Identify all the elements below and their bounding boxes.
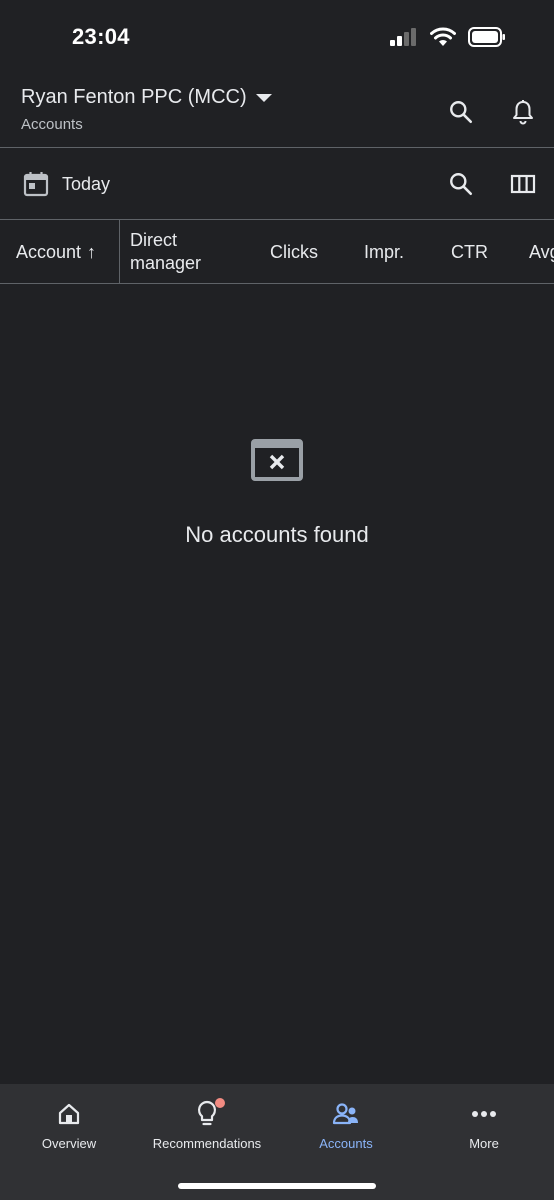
date-range-bar: Today xyxy=(0,148,554,220)
app-screen: 23:04 Ryan Fenton PPC (MCC) Accounts Tod… xyxy=(0,0,554,1200)
header-subtitle: Accounts xyxy=(21,116,83,133)
date-range-selector[interactable] xyxy=(22,170,50,203)
notification-dot xyxy=(215,1098,225,1108)
accounts-icon xyxy=(332,1100,360,1128)
sort-ascending-icon: ↑ xyxy=(87,241,97,262)
bell-icon xyxy=(513,100,533,125)
empty-state-message: No accounts found xyxy=(185,522,369,547)
more-icon xyxy=(471,1100,497,1128)
search-icon xyxy=(450,173,473,196)
status-time: 23:04 xyxy=(72,24,130,49)
column-header-impressions[interactable]: Impr. xyxy=(364,220,404,283)
column-header-direct-manager[interactable]: Direct manager xyxy=(130,220,240,283)
date-range-label[interactable]: Today xyxy=(62,174,110,195)
account-switcher[interactable]: Ryan Fenton PPC (MCC) xyxy=(21,86,273,109)
column-header-clicks[interactable]: Clicks xyxy=(270,220,318,283)
notifications-button[interactable] xyxy=(505,94,541,130)
nav-item-more[interactable]: More xyxy=(415,1100,553,1151)
columns-button[interactable] xyxy=(505,166,541,202)
status-icons xyxy=(390,27,506,47)
nav-item-recommendations[interactable]: Recommendations xyxy=(138,1098,276,1151)
dropdown-arrow-icon xyxy=(255,93,272,102)
nav-item-accounts[interactable]: Accounts xyxy=(277,1100,415,1151)
battery-icon xyxy=(468,27,505,47)
header-search-button[interactable] xyxy=(443,94,479,130)
nav-item-overview[interactable]: Overview xyxy=(0,1100,138,1151)
status-bar: 23:04 xyxy=(0,0,554,76)
home-indicator[interactable] xyxy=(178,1183,376,1189)
column-header-avg[interactable]: Avg xyxy=(529,220,554,283)
search-icon xyxy=(450,101,473,124)
no-results-icon xyxy=(251,439,303,486)
home-icon xyxy=(57,1100,81,1128)
calendar-icon xyxy=(23,172,49,197)
cellular-signal-icon xyxy=(390,28,416,46)
nav-label: Recommendations xyxy=(152,1136,262,1151)
wifi-icon xyxy=(430,27,456,46)
columns-icon xyxy=(510,174,536,194)
nav-label: Overview xyxy=(41,1136,97,1151)
header-title: Ryan Fenton PPC (MCC) xyxy=(21,86,247,108)
nav-label: Accounts xyxy=(319,1136,373,1151)
nav-label: More xyxy=(469,1136,499,1151)
column-header-ctr[interactable]: CTR xyxy=(451,220,488,283)
column-header-account[interactable]: Account ↑ xyxy=(0,220,120,283)
table-header: Account ↑ Direct manager Clicks Impr. CT… xyxy=(0,220,554,284)
table-search-button[interactable] xyxy=(443,166,479,202)
lightbulb-icon xyxy=(195,1098,225,1128)
column-header-label: Account xyxy=(16,241,82,262)
app-header: Ryan Fenton PPC (MCC) Accounts xyxy=(0,76,554,148)
